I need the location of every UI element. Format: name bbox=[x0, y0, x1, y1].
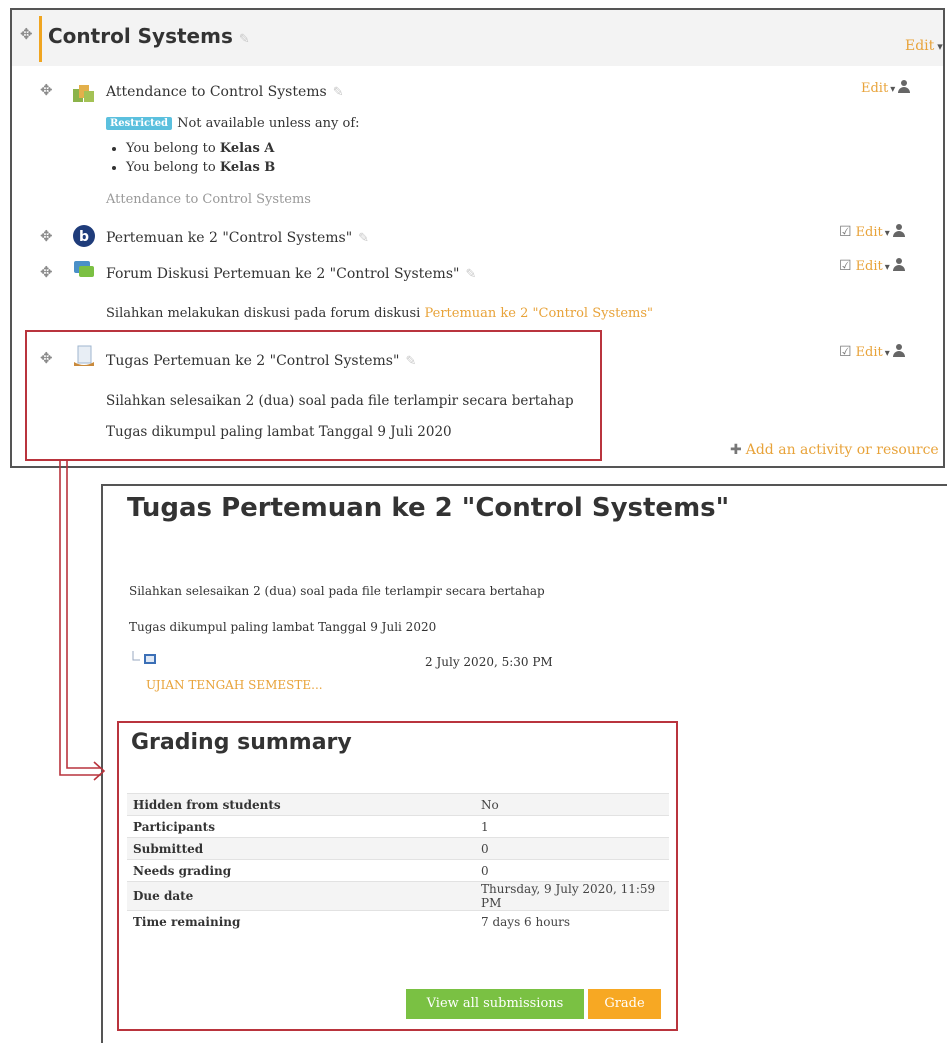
row-value: No bbox=[475, 793, 669, 816]
add-activity-button[interactable]: ✚ Add an activity or resource bbox=[730, 442, 939, 458]
caret-down-icon: ▾ bbox=[937, 40, 943, 53]
section-accent-bar bbox=[39, 16, 42, 62]
restriction-info: Restricted Not available unless any of: bbox=[106, 116, 360, 131]
grading-summary-title: Grading summary bbox=[131, 730, 352, 755]
move-icon[interactable]: ✥ bbox=[20, 27, 33, 42]
condition-group: Kelas B bbox=[219, 160, 276, 175]
restriction-condition: You belong to Kelas B bbox=[126, 158, 275, 177]
assignment-description-line1: Silahkan selesaikan 2 (dua) soal pada fi… bbox=[106, 393, 574, 409]
row-label: Due date bbox=[127, 881, 475, 911]
grade-button[interactable]: Grade bbox=[588, 989, 661, 1019]
file-date: 2 July 2020, 5:30 PM bbox=[425, 655, 553, 669]
activity-attendance-description: Attendance to Control Systems bbox=[106, 192, 311, 207]
activity-pertemuan-edit[interactable]: ☑ Edit ▾ bbox=[839, 224, 906, 240]
completion-checkbox-icon[interactable]: ☑ bbox=[839, 224, 852, 240]
group-mode-icon[interactable] bbox=[892, 344, 906, 357]
plus-icon: ✚ bbox=[730, 442, 742, 458]
completion-checkbox-icon[interactable]: ☑ bbox=[839, 258, 852, 274]
edit-label: Edit bbox=[855, 259, 883, 274]
row-label: Submitted bbox=[127, 837, 475, 860]
table-row: Needs grading 0 bbox=[127, 859, 669, 882]
edit-label: Edit bbox=[855, 225, 883, 240]
restriction-conditions: You belong to Kelas A You belong to Kela… bbox=[108, 139, 275, 177]
row-label: Participants bbox=[127, 815, 475, 838]
assignment-title: Tugas Pertemuan ke 2 "Control Systems" bbox=[127, 493, 730, 523]
caret-down-icon: ▾ bbox=[884, 348, 890, 359]
table-row: Time remaining 7 days 6 hours bbox=[127, 910, 669, 932]
table-row: Due date Thursday, 9 July 2020, 11:59 PM bbox=[127, 881, 669, 911]
condition-prefix: You belong to bbox=[126, 160, 216, 175]
edit-label: Edit bbox=[861, 81, 889, 96]
activity-assignment-edit[interactable]: ☑ Edit ▾ bbox=[839, 344, 906, 360]
file-link[interactable]: UJIAN TENGAH SEMESTE... bbox=[146, 678, 323, 692]
add-activity-label: Add an activity or resource bbox=[745, 442, 939, 458]
condition-group: Kelas A bbox=[219, 141, 275, 156]
assignment-intro-line1: Silahkan selesaikan 2 (dua) soal pada fi… bbox=[129, 584, 545, 598]
bigbluebutton-icon: b bbox=[73, 225, 95, 247]
group-mode-icon[interactable] bbox=[892, 258, 906, 271]
pencil-icon[interactable]: ✎ bbox=[239, 32, 250, 47]
activity-forum-edit[interactable]: ☑ Edit ▾ bbox=[839, 258, 906, 274]
grading-summary-table: Hidden from students No Participants 1 Sub… bbox=[127, 793, 669, 932]
section-header: ✥ Control Systems ✎ Edit ▾ bbox=[12, 10, 943, 66]
activity-pertemuan-link[interactable]: Pertemuan ke 2 "Control Systems" bbox=[106, 230, 352, 246]
section-edit-menu[interactable]: Edit ▾ bbox=[905, 38, 943, 54]
pencil-icon[interactable]: ✎ bbox=[465, 267, 476, 282]
caret-down-icon: ▾ bbox=[884, 228, 890, 239]
activity-forum-link[interactable]: Forum Diskusi Pertemuan ke 2 "Control Sy… bbox=[106, 266, 459, 282]
pencil-icon[interactable]: ✎ bbox=[358, 231, 369, 246]
row-value: Thursday, 9 July 2020, 11:59 PM bbox=[475, 881, 669, 911]
activity-forum[interactable]: Forum Diskusi Pertemuan ke 2 "Control Sy… bbox=[106, 266, 476, 282]
caret-down-icon: ▾ bbox=[884, 262, 890, 273]
activity-attendance-link[interactable]: Attendance to Control Systems bbox=[106, 84, 327, 100]
row-value: 0 bbox=[475, 859, 669, 882]
table-row: Participants 1 bbox=[127, 815, 669, 838]
completion-checkbox-icon[interactable]: ☑ bbox=[839, 344, 852, 360]
table-row: Hidden from students No bbox=[127, 793, 669, 816]
move-icon[interactable]: ✥ bbox=[40, 83, 53, 98]
activity-attendance-edit[interactable]: Edit ▾ bbox=[861, 80, 911, 96]
condition-prefix: You belong to bbox=[126, 141, 216, 156]
edit-label: Edit bbox=[855, 345, 883, 360]
activity-forum-description: Silahkan melakukan diskusi pada forum di… bbox=[106, 306, 653, 321]
forum-icon bbox=[74, 261, 94, 277]
activity-assignment-link[interactable]: Tugas Pertemuan ke 2 "Control Systems" bbox=[106, 353, 399, 369]
section-title-text: Control Systems bbox=[48, 24, 233, 48]
move-icon[interactable]: ✥ bbox=[40, 229, 53, 244]
row-value: 1 bbox=[475, 815, 669, 838]
restriction-condition: You belong to Kelas A bbox=[126, 139, 275, 158]
activity-pertemuan[interactable]: Pertemuan ke 2 "Control Systems" ✎ bbox=[106, 230, 369, 246]
row-label: Needs grading bbox=[127, 859, 475, 882]
assignment-icon bbox=[74, 345, 94, 366]
row-label: Hidden from students bbox=[127, 793, 475, 816]
row-value: 0 bbox=[475, 837, 669, 860]
restricted-badge: Restricted bbox=[106, 117, 173, 130]
group-mode-icon[interactable] bbox=[897, 80, 911, 93]
pencil-icon[interactable]: ✎ bbox=[405, 354, 416, 369]
move-icon[interactable]: ✥ bbox=[40, 351, 53, 366]
section-title: Control Systems ✎ bbox=[48, 24, 250, 48]
pencil-icon[interactable]: ✎ bbox=[333, 85, 344, 100]
caret-down-icon: ▾ bbox=[890, 84, 896, 95]
file-tree-icon bbox=[132, 651, 156, 664]
view-all-submissions-button[interactable]: View all submissions bbox=[406, 989, 584, 1019]
group-mode-icon[interactable] bbox=[892, 224, 906, 237]
svg-text:b: b bbox=[79, 229, 89, 245]
assignment-intro-line2: Tugas dikumpul paling lambat Tanggal 9 J… bbox=[129, 620, 437, 634]
move-icon[interactable]: ✥ bbox=[40, 265, 53, 280]
assignment-description-line2: Tugas dikumpul paling lambat Tanggal 9 J… bbox=[106, 424, 452, 440]
forum-description-link[interactable]: Pertemuan ke 2 "Control Systems" bbox=[424, 306, 653, 321]
forum-description-text: Silahkan melakukan diskusi pada forum di… bbox=[106, 306, 421, 321]
row-value: 7 days 6 hours bbox=[475, 910, 669, 932]
row-label: Time remaining bbox=[127, 910, 475, 932]
section-edit-label: Edit bbox=[905, 38, 935, 54]
table-row: Submitted 0 bbox=[127, 837, 669, 860]
activity-attendance[interactable]: Attendance to Control Systems ✎ bbox=[106, 84, 344, 100]
attendance-icon bbox=[73, 85, 94, 102]
restriction-text: Not available unless any of: bbox=[177, 116, 360, 131]
activity-assignment[interactable]: Tugas Pertemuan ke 2 "Control Systems" ✎ bbox=[106, 353, 416, 369]
